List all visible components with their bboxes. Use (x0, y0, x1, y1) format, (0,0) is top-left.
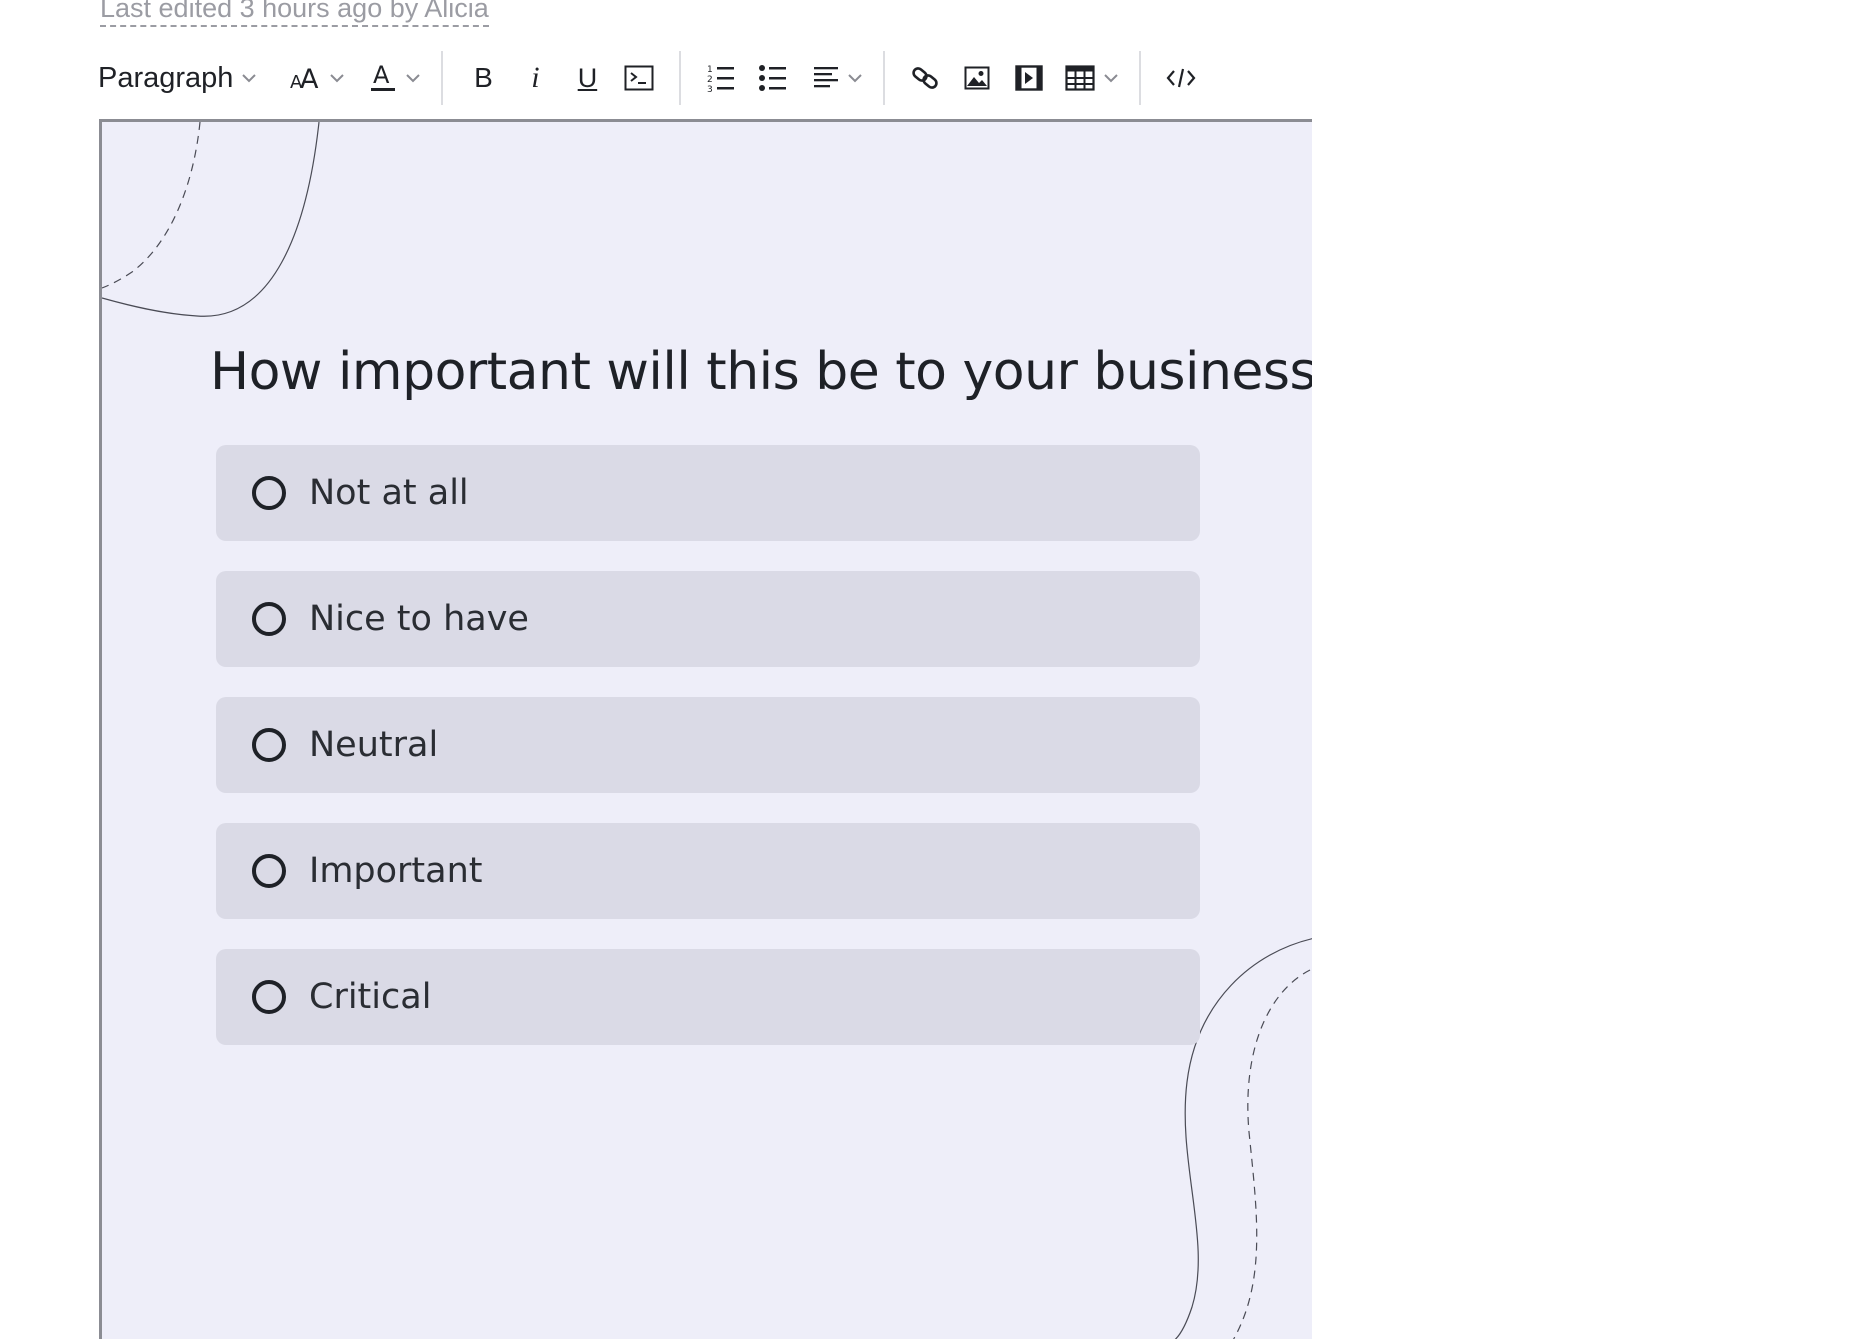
numbered-list-icon: 1 2 3 (707, 63, 735, 93)
option-neutral[interactable]: Neutral (216, 697, 1200, 793)
code-block-icon (624, 65, 654, 91)
font-size-icon: A A (289, 63, 321, 93)
paragraph-style-label: Paragraph (98, 61, 234, 94)
bullet-list-button[interactable] (750, 50, 796, 106)
table-icon (1065, 65, 1096, 91)
svg-text:A: A (373, 61, 390, 89)
survey-question: How important will this be to your busin… (210, 342, 1312, 402)
source-code-button[interactable] (1158, 50, 1204, 106)
svg-text:2: 2 (707, 75, 713, 85)
numbered-list-button[interactable]: 1 2 3 (698, 50, 744, 106)
italic-button[interactable]: i (512, 50, 558, 106)
insert-link-button[interactable] (902, 50, 948, 106)
link-icon (911, 64, 939, 92)
radio-circle-icon[interactable] (252, 980, 286, 1014)
video-icon (1015, 65, 1044, 91)
toolbar-divider (441, 51, 444, 105)
radio-circle-icon[interactable] (252, 854, 286, 888)
source-code-icon (1166, 66, 1196, 90)
chevron-down-icon (1103, 73, 1119, 83)
option-critical[interactable]: Critical (216, 949, 1200, 1045)
svg-text:3: 3 (707, 85, 713, 93)
last-edited-link[interactable]: Last edited 3 hours ago by Alicia (100, 0, 489, 27)
insert-table-dropdown[interactable] (1059, 50, 1125, 106)
option-label: Neutral (309, 725, 439, 765)
chevron-down-icon (241, 73, 257, 83)
chevron-down-icon (847, 73, 863, 83)
bullet-list-icon (759, 64, 787, 92)
option-label: Nice to have (309, 599, 529, 639)
editor-canvas[interactable]: How important will this be to your busin… (99, 119, 1312, 1339)
toolbar-divider (1139, 51, 1142, 105)
chevron-down-icon (405, 73, 421, 83)
option-label: Not at all (309, 473, 469, 513)
radio-circle-icon[interactable] (252, 728, 286, 762)
last-edited-text: Last edited 3 hours ago by Alicia (100, 0, 489, 23)
text-color-icon: A (369, 61, 397, 95)
insert-video-button[interactable] (1006, 50, 1052, 106)
italic-icon: i (531, 61, 540, 94)
svg-text:1: 1 (707, 65, 713, 75)
toolbar-divider (679, 51, 682, 105)
font-size-dropdown[interactable]: A A (283, 50, 351, 106)
image-icon (964, 66, 990, 90)
chevron-down-icon (329, 73, 345, 83)
bold-icon: B (474, 62, 493, 93)
align-dropdown[interactable] (807, 50, 869, 106)
option-label: Critical (309, 977, 432, 1017)
align-icon (813, 65, 839, 91)
radio-circle-icon[interactable] (252, 602, 286, 636)
svg-text:A: A (300, 64, 319, 93)
radio-circle-icon[interactable] (252, 476, 286, 510)
code-block-button[interactable] (616, 50, 662, 106)
option-important[interactable]: Important (216, 823, 1200, 919)
underline-icon: U (577, 62, 598, 93)
option-nice-to-have[interactable]: Nice to have (216, 571, 1200, 667)
bold-button[interactable]: B (460, 50, 506, 106)
toolbar-divider (883, 51, 886, 105)
editor-toolbar: Paragraph A A A B i U 1 2 3 (98, 50, 1207, 106)
text-color-dropdown[interactable]: A (363, 50, 427, 106)
option-not-at-all[interactable]: Not at all (216, 445, 1200, 541)
option-label: Important (309, 851, 483, 891)
underline-button[interactable]: U (564, 50, 610, 106)
paragraph-style-dropdown[interactable]: Paragraph (98, 50, 263, 106)
insert-image-button[interactable] (954, 50, 1000, 106)
